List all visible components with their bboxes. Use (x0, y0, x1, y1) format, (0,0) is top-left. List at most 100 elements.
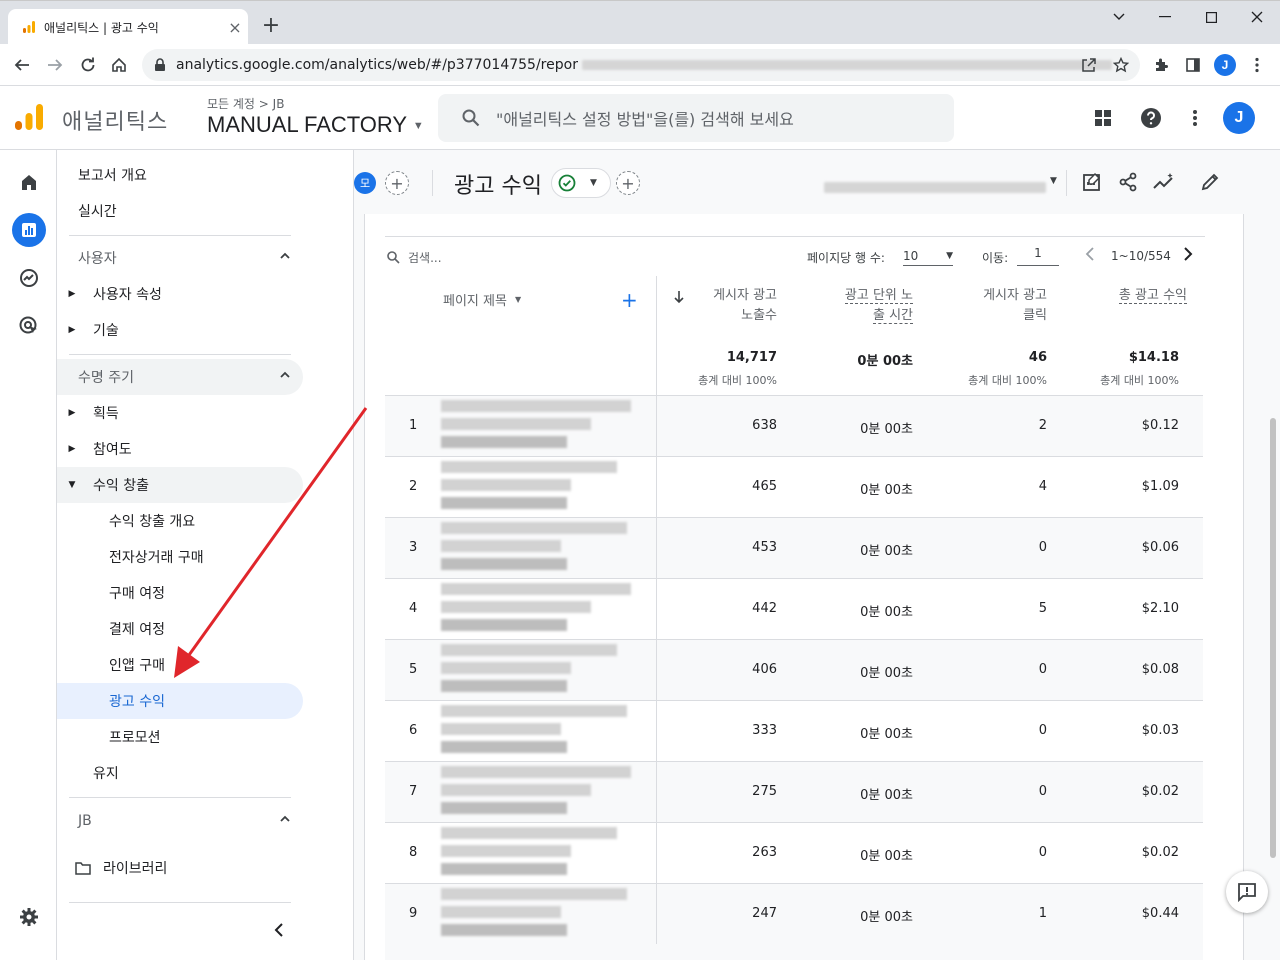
table-row[interactable]: 6 333 0분 00초 0 $0.03 (385, 701, 1203, 762)
redacted-text-block (441, 400, 631, 412)
back-icon[interactable] (8, 51, 36, 79)
sidebar-item-library[interactable]: 라이브러리 (57, 850, 303, 886)
sidebar-subitem-ecommerce[interactable]: 전자상거래 구매 (57, 539, 303, 575)
table-row[interactable]: 7 275 0분 00초 0 $0.02 (385, 762, 1203, 823)
sidebar-subitem-purchase-journey[interactable]: 구매 여정 (57, 575, 303, 611)
page-title-cell-redacted[interactable] (439, 457, 657, 517)
add-comparison-icon[interactable]: + (385, 171, 409, 195)
advertising-nav-icon[interactable] (12, 309, 46, 343)
cell-clicks: 4 (1038, 479, 1047, 494)
bookmark-star-icon[interactable] (1107, 51, 1135, 79)
page-title-cell-redacted[interactable] (439, 640, 657, 700)
sidebar-item-monetization[interactable]: ▼ 수익 창출 (57, 467, 303, 503)
share-page-icon[interactable] (1075, 51, 1103, 79)
page-title-cell-redacted[interactable] (439, 701, 657, 761)
sidebar-section-user[interactable]: 사용자 (57, 240, 303, 276)
table-row[interactable]: 2 465 0분 00초 4 $1.09 (385, 457, 1203, 518)
chevron-up-icon (280, 371, 290, 378)
sidebar-section-jb[interactable]: JB (57, 803, 303, 839)
maximize-icon[interactable] (1188, 1, 1234, 33)
add-filter-icon[interactable]: + (616, 171, 640, 195)
sidebar-section-lifecycle[interactable]: 수명 주기 (57, 359, 303, 395)
table-row[interactable]: 8 263 0분 00초 0 $0.02 (385, 823, 1203, 884)
table-row[interactable]: 9 247 0분 00초 1 $0.44 (385, 884, 1203, 960)
add-dimension-icon[interactable]: + (621, 288, 638, 312)
edit-pencil-icon[interactable] (1198, 170, 1222, 194)
caret-right-icon: ▶ (68, 325, 76, 335)
table-search[interactable]: 검색... (387, 249, 442, 266)
table-row[interactable]: 4 442 0분 00초 5 $2.10 (385, 579, 1203, 640)
section-jb-label: JB (78, 813, 92, 829)
report-status-chip[interactable]: ▼ (551, 168, 611, 198)
column-header-exposure-time[interactable]: 광고 단위 노 출 시간 (844, 286, 913, 326)
page-title-cell-redacted[interactable] (439, 518, 657, 578)
account-avatar[interactable]: J (1223, 102, 1255, 134)
new-tab-icon[interactable]: + (258, 13, 284, 39)
redacted-text-block (441, 436, 567, 448)
analytics-logo-icon[interactable] (14, 102, 44, 132)
page-title-cell-redacted[interactable] (439, 884, 657, 944)
help-icon[interactable] (1137, 104, 1165, 132)
sidebar-item-acquisition[interactable]: ▶ 획득 (57, 395, 303, 431)
customize-report-icon[interactable] (1080, 170, 1104, 194)
redacted-text-block (441, 583, 631, 595)
feedback-button[interactable] (1226, 871, 1268, 913)
forward-icon[interactable] (41, 51, 69, 79)
sort-desc-icon[interactable] (673, 290, 685, 308)
tab-search-icon[interactable] (1096, 1, 1142, 33)
rows-per-page-select[interactable]: 10 ▼ (903, 246, 953, 266)
property-selector[interactable]: MANUAL FACTORY ▼ (207, 112, 424, 138)
sidebar-subitem-promotions[interactable]: 프로모션 (57, 719, 303, 755)
sidebar-item-realtime[interactable]: 실시간 (57, 193, 303, 229)
table-row[interactable]: 3 453 0분 00초 0 $0.06 (385, 518, 1203, 579)
extensions-icon[interactable] (1147, 51, 1175, 79)
table-row[interactable]: 1 638 0분 00초 2 $0.12 (385, 396, 1203, 457)
ga-search-box[interactable]: "애널리틱스 설정 방법"을(를) 검색해 보세요 (438, 94, 954, 142)
share-icon[interactable] (1116, 170, 1140, 194)
table-row[interactable]: 5 406 0분 00초 0 $0.08 (385, 640, 1203, 701)
sidebar-item-engagement[interactable]: ▶ 참여도 (57, 431, 303, 467)
home-icon[interactable] (105, 51, 133, 79)
sidebar-subitem-ad-revenue[interactable]: 광고 수익 (57, 683, 303, 719)
next-page-icon[interactable] (1183, 247, 1193, 264)
explore-nav-icon[interactable] (12, 261, 46, 295)
sidebar-item-overview[interactable]: 보고서 개요 (57, 157, 303, 193)
admin-settings-icon[interactable] (12, 900, 46, 934)
insights-icon[interactable] (1152, 170, 1176, 194)
column-header-impressions[interactable]: 게시자 광고 노출수 (713, 286, 777, 326)
more-options-icon[interactable] (1181, 104, 1209, 132)
dimension-selector[interactable]: 페이지 제목 ▼ (443, 290, 521, 309)
sidebar-item-tech[interactable]: ▶ 기술 (57, 312, 303, 348)
date-range-selector[interactable]: ▼ (824, 176, 1060, 193)
browser-menu-icon[interactable] (1243, 51, 1271, 79)
reports-nav-icon[interactable] (12, 213, 46, 247)
column-header-clicks[interactable]: 게시자 광고 클릭 (983, 286, 1047, 326)
page-scrollbar[interactable] (1270, 418, 1276, 858)
side-panel-icon[interactable] (1179, 51, 1207, 79)
address-bar[interactable]: analytics.google.com/analytics/web/#/p37… (142, 49, 1140, 81)
prev-page-icon[interactable] (1085, 247, 1095, 264)
sidebar-subitem-monetization-overview[interactable]: 수익 창출 개요 (57, 503, 303, 539)
browser-tab-active[interactable]: 애널리틱스 | 광고 수익 × (8, 9, 248, 45)
account-breadcrumb[interactable]: 모든 계정 > JB (207, 95, 284, 112)
sidebar-subitem-checkout-journey[interactable]: 결제 여정 (57, 611, 303, 647)
window-close-icon[interactable] (1234, 1, 1280, 33)
sidebar-divider (69, 235, 291, 236)
sidebar-item-retention[interactable]: 유지 (57, 755, 303, 791)
browser-profile-button[interactable]: J (1211, 51, 1239, 79)
apps-grid-icon[interactable] (1089, 104, 1117, 132)
sidebar-item-user-attributes[interactable]: ▶ 사용자 속성 (57, 276, 303, 312)
sidebar-subitem-in-app-purchases[interactable]: 인앱 구매 (57, 647, 303, 683)
page-title-cell-redacted[interactable] (439, 823, 657, 883)
goto-page-input[interactable]: 1 (1017, 246, 1059, 266)
page-title-cell-redacted[interactable] (439, 762, 657, 822)
reload-icon[interactable] (74, 51, 102, 79)
collapse-sidebar-icon[interactable] (267, 918, 291, 942)
home-nav-icon[interactable] (12, 165, 46, 199)
comparison-chip[interactable]: 모 (354, 172, 376, 194)
column-header-total-revenue[interactable]: 총 광고 수익 (1118, 286, 1187, 306)
minimize-icon[interactable] (1142, 1, 1188, 33)
tab-close-icon[interactable]: × (222, 18, 248, 37)
page-title-cell-redacted[interactable] (439, 396, 657, 456)
page-title-cell-redacted[interactable] (439, 579, 657, 639)
